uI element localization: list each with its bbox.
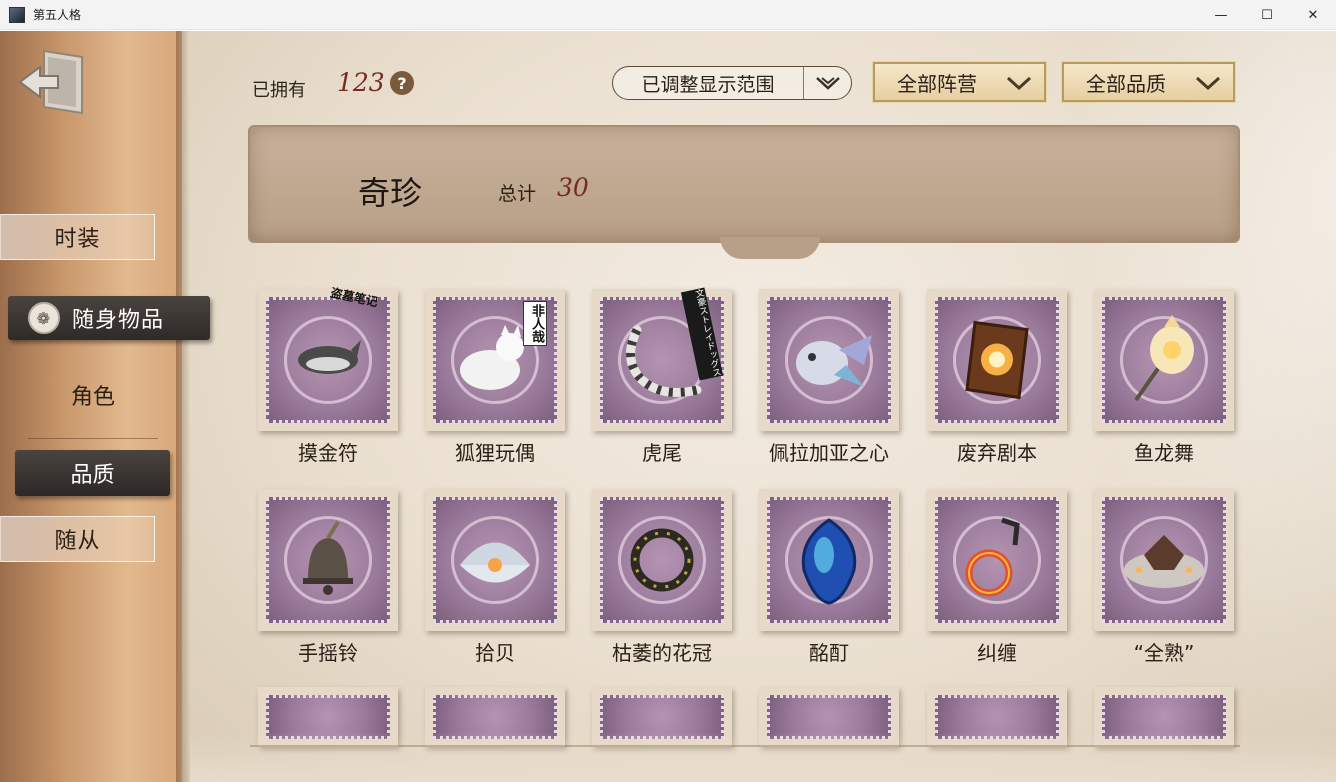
item-card[interactable]: “全熟” <box>1094 489 1236 665</box>
quality-filter-dropdown[interactable]: 全部品质 <box>1061 61 1236 103</box>
range-dropdown-label: 已调整显示范围 <box>641 73 775 96</box>
item-stamp <box>927 489 1067 631</box>
item-card[interactable]: 非人哉 狐狸玩偶 <box>425 289 567 465</box>
exit-door-icon[interactable] <box>18 47 86 117</box>
range-dropdown[interactable]: 已调整显示范围 <box>612 66 852 100</box>
item-stamp <box>592 489 732 631</box>
total-count: 30 <box>557 173 589 202</box>
owned-count: 123 <box>337 68 385 97</box>
owned-label: 已拥有 <box>252 80 306 101</box>
fire-ring-icon <box>965 517 1020 597</box>
blue-heart-gem-icon <box>801 518 857 605</box>
app-icon <box>9 6 25 23</box>
shark-charm-icon <box>298 340 361 374</box>
shield-emblem-icon: ❁ <box>28 302 60 334</box>
item-card[interactable]: 鱼龙舞 <box>1094 289 1236 465</box>
item-card[interactable]: 手摇铃 <box>258 489 400 665</box>
quality-filter-label: 全部品质 <box>1086 71 1166 96</box>
item-stamp <box>425 489 565 631</box>
item-name: 鱼龙舞 <box>1134 441 1194 465</box>
tab-accessories-label: 随身物品 <box>72 308 165 333</box>
pearl-shell-icon <box>460 542 530 583</box>
tab-fashion[interactable]: 时装 <box>0 214 155 260</box>
item-card[interactable]: 酩酊 <box>759 489 901 665</box>
total-label: 总计 <box>498 183 537 205</box>
item-card[interactable]: 盗墓笔记 摸金符 <box>258 286 400 465</box>
item-stamp <box>1094 489 1234 631</box>
sidebar-divider <box>28 438 158 439</box>
lantern-fish-icon <box>1134 315 1194 402</box>
camp-filter-dropdown[interactable]: 全部阵营 <box>872 61 1047 103</box>
tab-follower[interactable]: 随从 <box>0 516 155 562</box>
subtab-quality[interactable]: 品质 <box>15 450 170 496</box>
item-stamp <box>759 489 899 631</box>
maximize-button[interactable]: ☐ <box>1244 0 1290 30</box>
category-title: 奇珍 <box>358 174 423 212</box>
help-icon[interactable]: ? <box>390 71 414 95</box>
burning-book-icon <box>965 320 1029 400</box>
scroll-fade <box>190 731 1336 782</box>
item-card[interactable]: 枯萎的花冠 <box>592 489 734 665</box>
tab-fashion-label: 时装 <box>54 227 101 252</box>
banner-notch <box>720 237 820 259</box>
item-stamp <box>759 289 899 431</box>
chevron-down-icon <box>803 67 851 99</box>
tab-accessories[interactable]: ❁ 随身物品 <box>8 296 210 340</box>
chevron-down-icon <box>1006 72 1032 96</box>
item-name: “全熟” <box>1133 641 1195 665</box>
close-button[interactable]: ✕ <box>1290 0 1336 30</box>
subtab-character[interactable]: 角色 <box>28 379 158 411</box>
game-canvas: 时装 ❁ 随身物品 角色 品质 随从 已拥有 123 ? 已调整显示范围 全部阵… <box>0 31 1336 782</box>
item-card[interactable]: 纠缠 <box>927 489 1069 665</box>
item-stamp <box>1094 289 1234 431</box>
window-titlebar: 第五人格 — ☐ ✕ <box>0 0 1336 30</box>
scroll-area-edge <box>250 745 1240 747</box>
minimize-button[interactable]: — <box>1198 0 1244 30</box>
item-stamp <box>927 289 1067 431</box>
collab-tag: 非人哉 <box>523 301 547 346</box>
item-card[interactable]: 文豪ストレイドッグス 虎尾 <box>592 287 734 465</box>
window-title: 第五人格 <box>33 8 82 22</box>
steak-plate-icon <box>1124 535 1204 588</box>
item-card[interactable]: 废弃剧本 <box>927 289 1069 465</box>
item-stamp <box>258 489 398 631</box>
tab-follower-label: 随从 <box>54 529 101 554</box>
item-card[interactable]: 佩拉加亚之心 <box>759 289 901 465</box>
crystal-fish-icon <box>796 335 872 387</box>
hand-bell-icon <box>303 520 353 595</box>
withered-wreath-icon <box>630 528 694 592</box>
item-card[interactable]: 拾贝 <box>425 489 567 665</box>
camp-filter-label: 全部阵营 <box>897 71 977 96</box>
subtab-quality-label: 品质 <box>70 463 115 488</box>
chevron-down-icon <box>1195 72 1221 96</box>
